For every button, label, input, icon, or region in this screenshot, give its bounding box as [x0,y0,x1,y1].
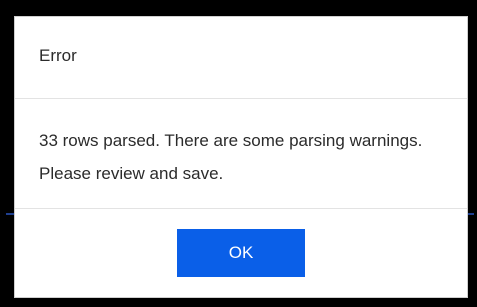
background-divider [468,213,474,215]
background-divider [6,213,14,215]
dialog-message: 33 rows parsed. There are some parsing w… [39,131,423,183]
dialog-footer: OK [15,209,467,297]
dialog-body: 33 rows parsed. There are some parsing w… [15,99,467,209]
dialog-title: Error [39,45,77,65]
error-dialog: Error 33 rows parsed. There are some par… [14,16,468,298]
ok-button[interactable]: OK [177,229,305,277]
dialog-header: Error [15,17,467,99]
